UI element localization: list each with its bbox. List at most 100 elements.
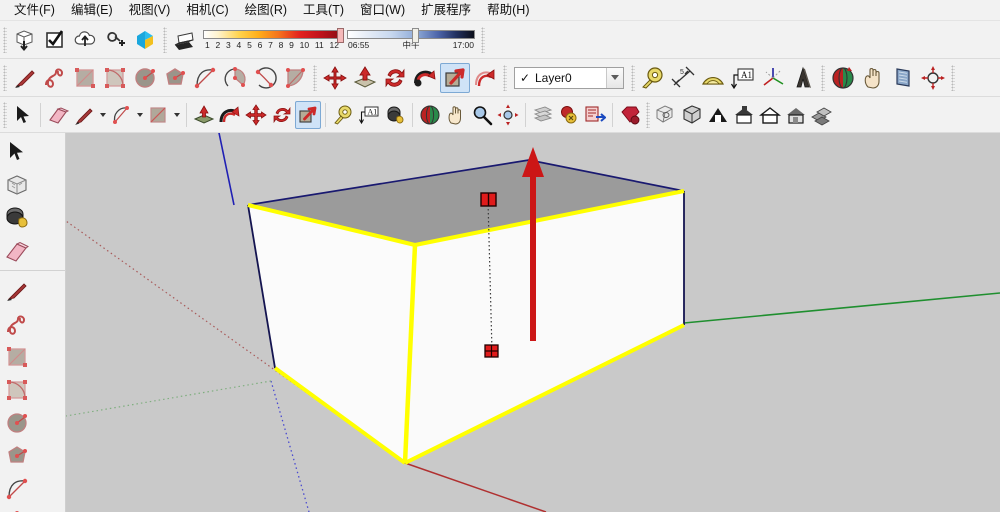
shapes-tool-icon[interactable] — [145, 101, 171, 129]
axes-tool-icon[interactable] — [758, 63, 788, 93]
rotated-rectangle-tool-icon[interactable] — [100, 63, 130, 93]
toolbar-grip[interactable] — [503, 64, 507, 91]
eraser-tool-icon[interactable] — [0, 234, 33, 267]
toolbar-grip[interactable] — [646, 101, 650, 128]
select-tool-icon[interactable] — [10, 101, 36, 129]
rectangle-tool-icon[interactable] — [70, 63, 100, 93]
section-plane-icon[interactable] — [530, 101, 556, 129]
ruby-console-icon[interactable] — [617, 101, 643, 129]
toolbar-grip[interactable] — [951, 64, 955, 91]
zoom-extents-tool-icon[interactable] — [495, 101, 521, 129]
pie-tool-icon[interactable] — [220, 63, 250, 93]
menu-help[interactable]: 帮助(H) — [479, 1, 537, 20]
toolbar-grip[interactable] — [3, 26, 7, 53]
layer-combo[interactable]: ✓ Layer0 — [514, 66, 624, 89]
three-point-arc-tool-icon[interactable] — [280, 63, 310, 93]
pan-tool-icon[interactable] — [443, 101, 469, 129]
menu-window[interactable]: 窗口(W) — [352, 1, 413, 20]
menu-extensions[interactable]: 扩展程序 — [413, 1, 479, 20]
zoom-extents-tool-icon[interactable] — [918, 63, 948, 93]
toolbar-grip[interactable] — [481, 26, 485, 53]
style-backedges-icon[interactable] — [679, 101, 705, 129]
zoom-window-tool-icon[interactable] — [888, 63, 918, 93]
month-slider-thumb[interactable] — [337, 27, 344, 43]
rotate-tool-icon[interactable] — [269, 101, 295, 129]
export-model-icon[interactable] — [10, 25, 40, 55]
style-monochrome-icon[interactable] — [809, 101, 835, 129]
style-xray-icon[interactable] — [653, 101, 679, 129]
followme-tool-icon[interactable] — [410, 63, 440, 93]
chevron-down-icon[interactable] — [171, 101, 182, 129]
freehand-tool-icon[interactable] — [0, 307, 33, 340]
toolbar-grip[interactable] — [631, 64, 635, 91]
time-slider-thumb[interactable] — [412, 27, 419, 43]
validate-model-icon[interactable] — [40, 25, 70, 55]
arc-tool-icon[interactable] — [190, 63, 220, 93]
shadow-toggle-icon[interactable] — [170, 25, 200, 55]
toolbar-grip[interactable] — [3, 101, 7, 128]
menu-camera[interactable]: 相机(C) — [178, 1, 236, 20]
zoom-tool-icon[interactable] — [469, 101, 495, 129]
pushpull-tool-icon[interactable] — [350, 63, 380, 93]
trimble-connect-icon[interactable] — [130, 25, 160, 55]
rotated-rectangle-tool-icon[interactable] — [0, 373, 33, 406]
scale-tool-icon[interactable] — [440, 62, 470, 93]
select-tool-icon[interactable] — [0, 135, 33, 168]
offset-tool-icon[interactable] — [470, 63, 500, 93]
model-viewport[interactable]: 溜溜自学 ZIXUE.3D66.COM — [66, 133, 1000, 512]
dimension-tool-icon[interactable]: 5 — [668, 63, 698, 93]
rotate-tool-icon[interactable] — [380, 63, 410, 93]
paint-bucket-tool-icon[interactable] — [0, 201, 33, 234]
style-hiddenline-icon[interactable] — [731, 101, 757, 129]
shadow-month-slider[interactable]: 1 2 3 4 5 6 7 8 9 10 11 12 — [203, 27, 344, 50]
toolbar-grip[interactable] — [163, 26, 167, 53]
menu-edit[interactable]: 编辑(E) — [63, 1, 121, 20]
arc-tool-icon[interactable] — [108, 101, 134, 129]
freehand-tool-icon[interactable] — [40, 63, 70, 93]
toolbar-grip[interactable] — [821, 64, 825, 91]
paint-bucket-tool-icon[interactable] — [382, 101, 408, 129]
style-wireframe-icon[interactable] — [705, 101, 731, 129]
menu-view[interactable]: 视图(V) — [121, 1, 179, 20]
pushpull-tool-icon[interactable] — [191, 101, 217, 129]
style-shaded-icon[interactable] — [757, 101, 783, 129]
circle-tool-icon[interactable] — [130, 63, 160, 93]
menu-draw[interactable]: 绘图(R) — [237, 1, 295, 20]
tape-measure-tool-icon[interactable] — [638, 63, 668, 93]
menu-tools[interactable]: 工具(T) — [295, 1, 352, 20]
shadow-time-slider[interactable]: 06:55 中午 17:00 — [347, 27, 475, 50]
move-tool-icon[interactable] — [243, 101, 269, 129]
rectangle-tool-icon[interactable] — [0, 340, 33, 373]
pencil-tool-icon[interactable] — [71, 101, 97, 129]
chevron-down-icon[interactable] — [134, 101, 145, 129]
offset-tool-icon[interactable] — [217, 101, 243, 129]
box-left-face[interactable] — [248, 205, 415, 463]
scale-grip-upper[interactable] — [480, 192, 497, 207]
style-texture-icon[interactable] — [783, 101, 809, 129]
text-tool-icon[interactable]: A1 — [728, 63, 758, 93]
polygon-tool-icon[interactable] — [0, 439, 33, 472]
two-point-arc-tool-icon[interactable] — [250, 63, 280, 93]
circle-tool-icon[interactable] — [0, 406, 33, 439]
arc-tool-icon[interactable] — [0, 472, 33, 505]
line-tool-icon[interactable] — [10, 63, 40, 93]
toolbar-grip[interactable] — [313, 64, 317, 91]
chevron-down-icon[interactable] — [606, 67, 623, 88]
display-section-icon[interactable] — [556, 101, 582, 129]
polygon-tool-icon[interactable] — [160, 63, 190, 93]
scale-tool-icon[interactable] — [295, 100, 321, 129]
menu-file[interactable]: 文件(F) — [6, 1, 63, 20]
share-link-icon[interactable] — [100, 25, 130, 55]
selected-box[interactable] — [247, 159, 685, 465]
orbit-tool-icon[interactable] — [417, 101, 443, 129]
pie-tool-icon[interactable] — [0, 505, 33, 512]
make-component-icon[interactable] — [0, 168, 33, 201]
pan-tool-icon[interactable] — [858, 63, 888, 93]
orbit-tool-icon[interactable] — [828, 63, 858, 93]
eraser-tool-icon[interactable] — [45, 101, 71, 129]
upload-warehouse-icon[interactable] — [70, 25, 100, 55]
line-tool-icon[interactable] — [0, 274, 33, 307]
text-tool-icon[interactable]: A1 — [356, 101, 382, 129]
display-section-cut-icon[interactable] — [582, 101, 608, 129]
chevron-down-icon[interactable] — [97, 101, 108, 129]
